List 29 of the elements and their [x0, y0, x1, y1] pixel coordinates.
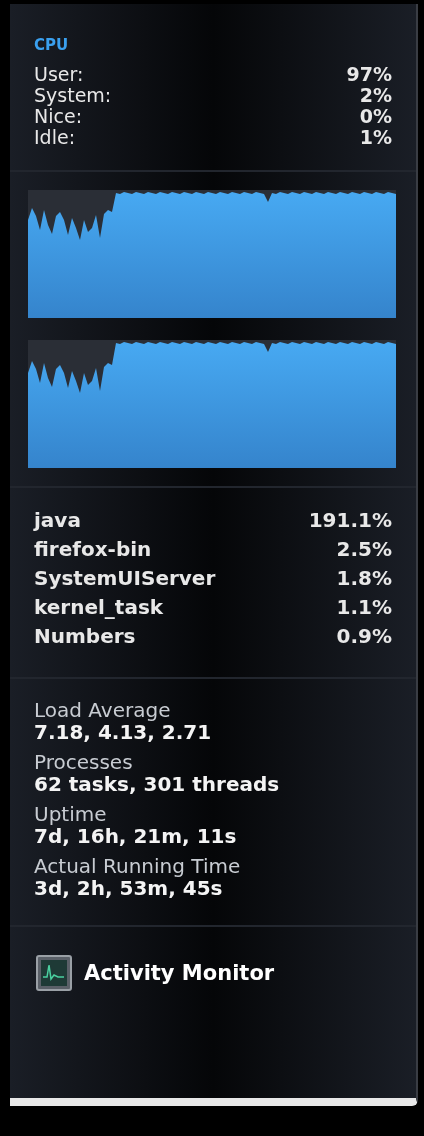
- info-value: 62 tasks, 301 threads: [34, 773, 281, 795]
- monitor-icon: [36, 955, 72, 991]
- info-label: Uptime: [34, 803, 108, 825]
- process-name: Numbers: [34, 623, 136, 650]
- usage-label: Nice:: [34, 106, 83, 127]
- process-name: firefox-bin: [34, 536, 152, 563]
- info-label: Actual Running Time: [34, 855, 242, 877]
- usage-value: 1%: [359, 127, 392, 148]
- usage-label: User:: [34, 64, 84, 85]
- process-name: kernel_task: [34, 594, 164, 621]
- process-cpu: 1.8%: [336, 565, 392, 592]
- process-name: SystemUIServer: [34, 565, 216, 592]
- process-cpu: 1.1%: [336, 594, 392, 621]
- info-label: Load Average: [34, 699, 172, 721]
- usage-value: 0%: [359, 106, 392, 127]
- info-value: 3d, 2h, 53m, 45s: [34, 877, 224, 899]
- process-cpu: 191.1%: [308, 507, 392, 534]
- section-title: CPU: [34, 36, 70, 54]
- process-cpu: 0.9%: [336, 623, 392, 650]
- process-cpu: 2.5%: [336, 536, 392, 563]
- activity-monitor-link[interactable]: Activity Monitor: [10, 927, 416, 1019]
- info-label: Processes: [34, 751, 134, 773]
- info-value: 7.18, 4.13, 2.71: [34, 721, 213, 743]
- process-name: java: [34, 507, 81, 534]
- usage-label: System:: [34, 85, 112, 106]
- usage-label: Idle:: [34, 127, 76, 148]
- usage-value: 2%: [359, 85, 392, 106]
- usage-value: 97%: [346, 64, 392, 85]
- info-value: 7d, 16h, 21m, 11s: [34, 825, 238, 847]
